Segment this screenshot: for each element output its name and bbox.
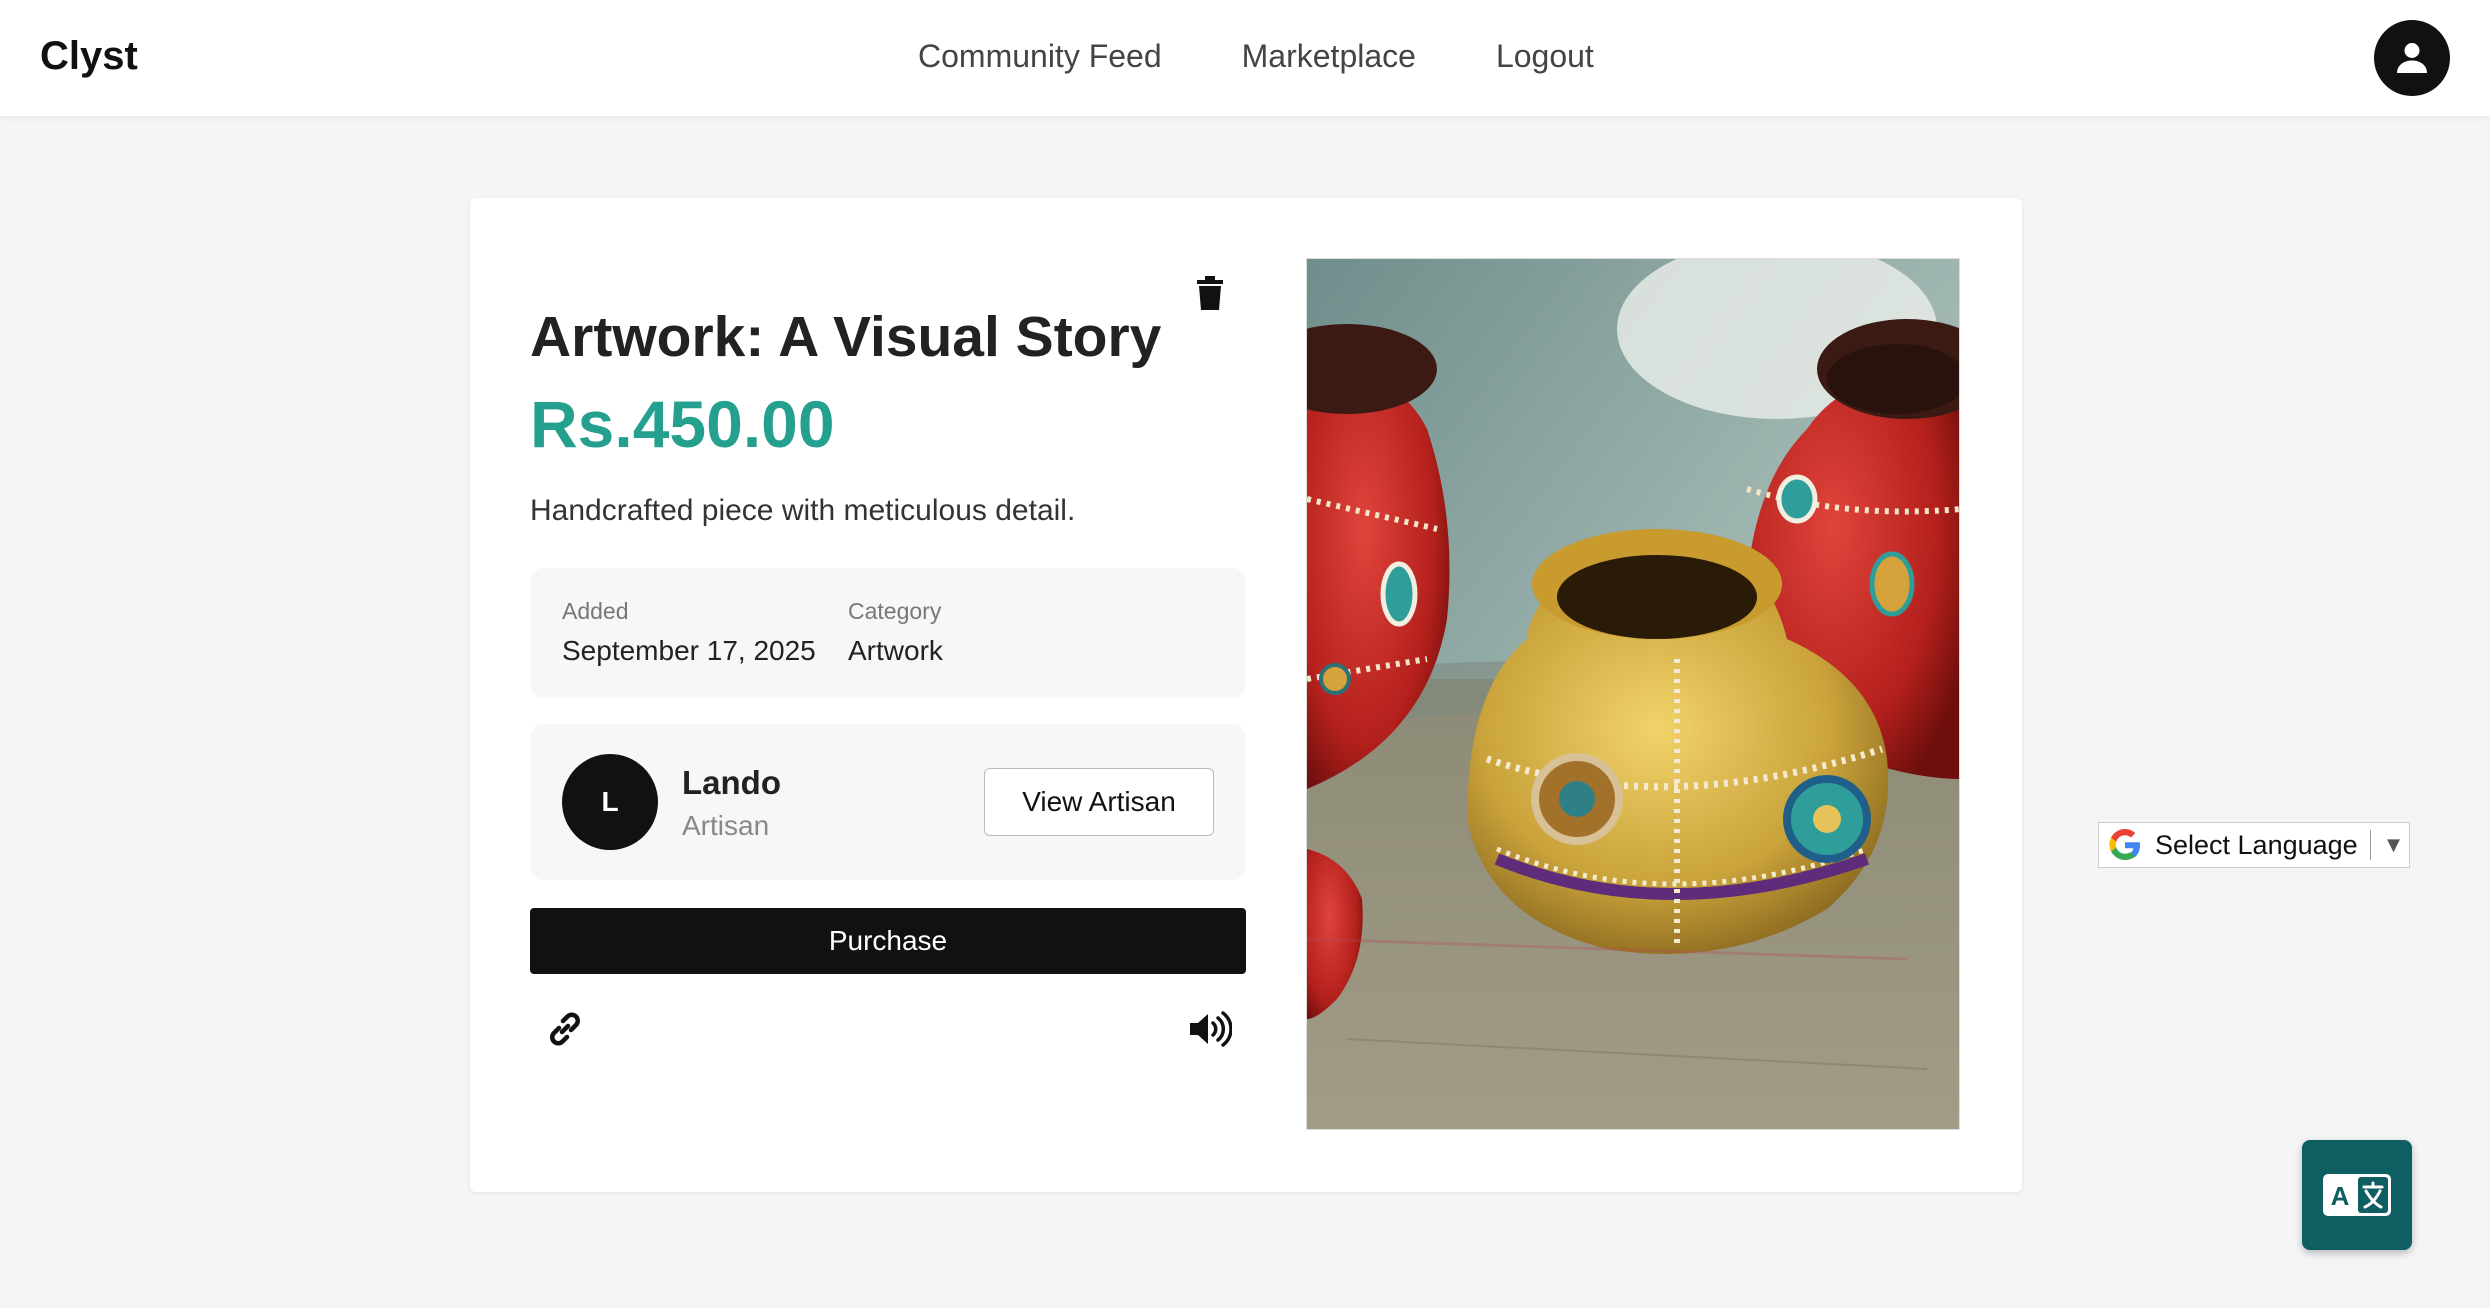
product-title: Artwork: A Visual Story [530,305,1162,369]
google-icon [2109,829,2140,860]
added-date: September 17, 2025 [562,635,816,666]
translate-button[interactable]: A [2302,1140,2412,1250]
nav-marketplace[interactable]: Marketplace [1242,38,1416,75]
artisan-name: Lando [682,764,781,801]
product-image [1306,258,1960,1130]
translate-icon: A [2323,1174,2391,1216]
product-price: Rs.450.00 [530,387,835,461]
share-link-button[interactable] [544,1008,586,1050]
language-select[interactable]: Select Language ▼ [2098,822,2410,868]
svg-text:A: A [2331,1181,2350,1211]
speaker-icon [1190,1011,1233,1047]
nav-community-feed[interactable]: Community Feed [918,38,1162,75]
nav-links: Community Feed Marketplace Logout [918,38,1594,75]
link-icon [550,1012,580,1046]
language-divider [2369,830,2371,860]
artisan-role: Artisan [682,810,770,841]
top-navbar: Clyst Community Feed Marketplace Logout [0,0,2490,116]
artisan-avatar: L [562,754,658,850]
chevron-down-icon: ▼ [2382,832,2405,857]
language-select-label: Select Language [2155,829,2358,860]
user-avatar-button[interactable] [2374,20,2450,96]
nav-logout[interactable]: Logout [1496,38,1594,75]
category-info: Category Artwork [848,598,943,667]
view-artisan-button[interactable]: View Artisan [984,768,1214,836]
added-info: Added September 17, 2025 [562,598,816,667]
read-aloud-button[interactable] [1188,1008,1233,1050]
product-meta: Added September 17, 2025 Category Artwor… [530,568,1246,698]
product-card: Artwork: A Visual Story Rs.450.00 Handcr… [470,198,2022,1192]
product-description: Handcrafted piece with meticulous detail… [530,494,1076,527]
added-label: Added [562,598,629,624]
brand-logo[interactable]: Clyst [40,34,138,79]
trash-icon [1197,276,1223,310]
user-icon [2397,43,2427,73]
purchase-button[interactable]: Purchase [530,908,1246,974]
category-value: Artwork [848,635,943,666]
artisan-panel: L Lando Artisan View Artisan [530,724,1246,880]
delete-button[interactable] [1194,276,1230,316]
category-label: Category [848,598,942,624]
product-image-pots [1307,259,1959,1129]
